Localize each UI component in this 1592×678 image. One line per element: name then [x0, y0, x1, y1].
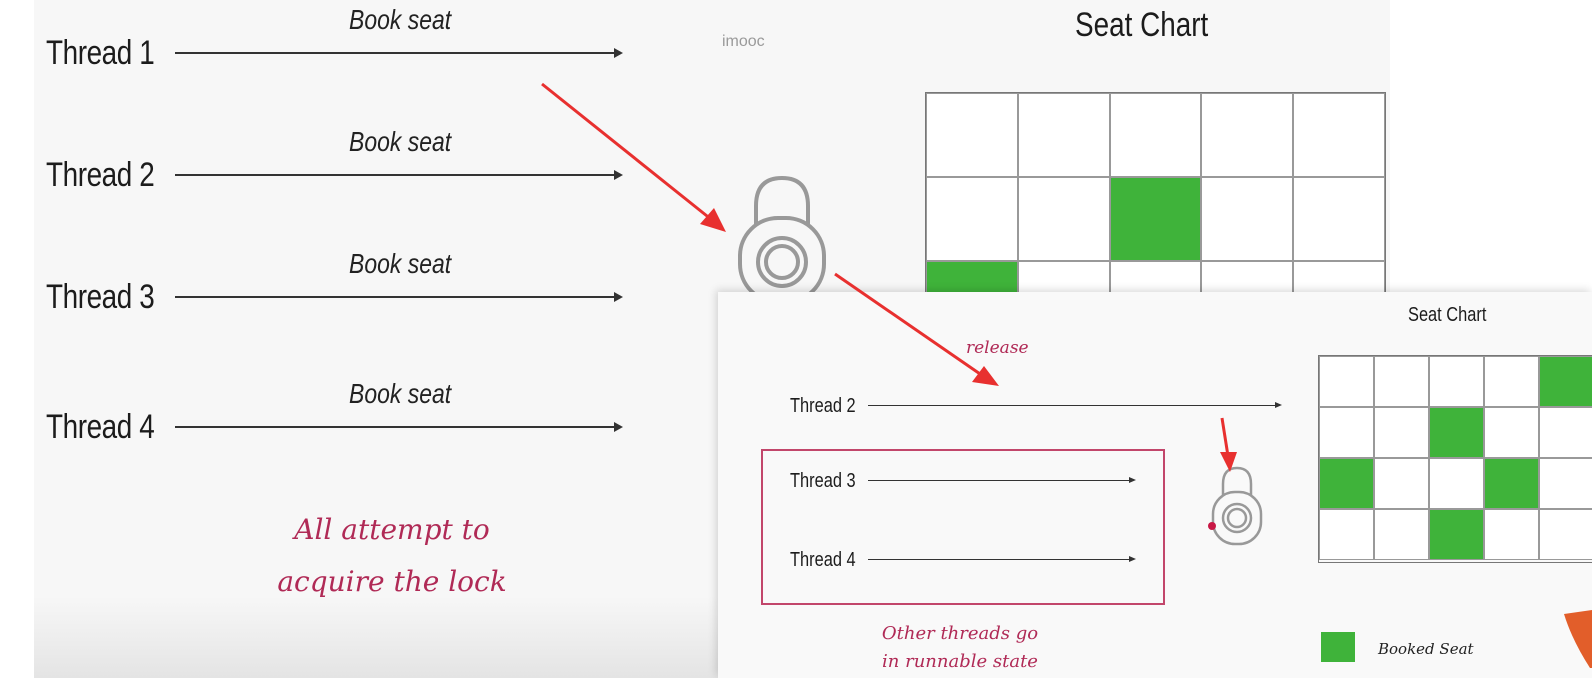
small-lock-icon — [1208, 466, 1263, 546]
inset-thread-label-4: Thread 4 — [790, 549, 856, 571]
watermark: imooc — [722, 33, 765, 50]
book-seat-label-2: Book seat — [349, 126, 452, 157]
inset-thread-label-3: Thread 3 — [790, 470, 856, 492]
lock-attempt-note-line-2: acquire the lock — [277, 565, 507, 598]
main-seat-r1-c5 — [1293, 93, 1385, 177]
orange-accent-mark — [1564, 610, 1592, 668]
book-seat-label-1: Book seat — [349, 4, 452, 35]
inset-thread-label-2: Thread 2 — [790, 395, 856, 417]
thread-arrow-4 — [175, 422, 623, 432]
pointer-arrow-to-small-lock — [1220, 417, 1237, 472]
runnable-state-note-line-1: Other threads go — [881, 623, 1039, 644]
thread-arrow-3 — [175, 292, 623, 302]
thread-label-2: Thread 2 — [46, 156, 155, 194]
main-seat-r2-c2 — [1017, 177, 1110, 261]
thread-label-3: Thread 3 — [46, 278, 155, 316]
thread-label-1: Thread 1 — [46, 34, 155, 72]
inset-seat-r1-c1 — [1319, 356, 1374, 407]
main-seat-r1-c1 — [926, 93, 1018, 177]
seat-chart-title: Seat Chart — [1075, 6, 1209, 44]
main-seat-r1-c3 — [1109, 93, 1202, 177]
inset-seat-r1-c5 — [1539, 356, 1592, 407]
inset-seat-r1-c2 — [1374, 356, 1429, 407]
legend-booked-label: Booked Seat — [1378, 640, 1474, 658]
inset-seat-r4-c1 — [1319, 509, 1374, 560]
lock-icon — [738, 175, 826, 304]
thread-label-4: Thread 4 — [46, 408, 155, 446]
inset-seat-r2-c4 — [1484, 407, 1539, 458]
inset-seat-r4-c5 — [1539, 509, 1592, 560]
main-seat-r2-c5 — [1293, 177, 1385, 261]
pointer-arrow-to-lock — [541, 82, 726, 232]
inset-seat-r4-c2 — [1374, 509, 1429, 560]
runnable-state-note: Other threads go in runnable state — [860, 620, 1060, 676]
main-seat-r2-c4 — [1201, 177, 1294, 261]
inset-seat-chart-grid — [1318, 355, 1592, 563]
inset-seat-r4-c4 — [1484, 509, 1539, 560]
inset-seat-r3-c2 — [1374, 458, 1429, 509]
inset-seat-r1-c3 — [1429, 356, 1484, 407]
inset-seat-r2-c5 — [1539, 407, 1592, 458]
inset-thread-arrow-4 — [868, 556, 1136, 562]
lock-attempt-note-line-1: All attempt to — [294, 513, 490, 546]
book-seat-label-4: Book seat — [349, 378, 452, 409]
book-seat-label-3: Book seat — [349, 248, 452, 279]
inset-seat-r3-c3 — [1429, 458, 1484, 509]
lock-attempt-note: All attempt to acquire the lock — [262, 504, 522, 608]
inset-seat-r3-c5 — [1539, 458, 1592, 509]
inset-seat-r1-c4 — [1484, 356, 1539, 407]
runnable-state-note-line-2: in runnable state — [882, 651, 1038, 672]
inset-seat-r2-c1 — [1319, 407, 1374, 458]
inset-thread-arrow-3 — [868, 477, 1136, 483]
inset-seat-r3-c4 — [1484, 458, 1539, 509]
main-seat-r2-c3 — [1109, 177, 1202, 261]
main-seat-r1-c4 — [1201, 93, 1294, 177]
inset-seat-chart-title: Seat Chart — [1408, 304, 1487, 326]
pointer-arrow-to-release — [834, 272, 999, 386]
thread-arrow-1 — [175, 48, 623, 58]
main-seat-r1-c2 — [1017, 93, 1110, 177]
inset-seat-r4-c3 — [1429, 509, 1484, 560]
inset-seat-r2-c2 — [1374, 407, 1429, 458]
inset-seat-r3-c1 — [1319, 458, 1374, 509]
main-seat-r2-c1 — [926, 177, 1018, 261]
inset-thread-arrow-2 — [868, 402, 1282, 408]
inset-seat-r2-c3 — [1429, 407, 1484, 458]
legend-booked-swatch — [1321, 632, 1355, 662]
